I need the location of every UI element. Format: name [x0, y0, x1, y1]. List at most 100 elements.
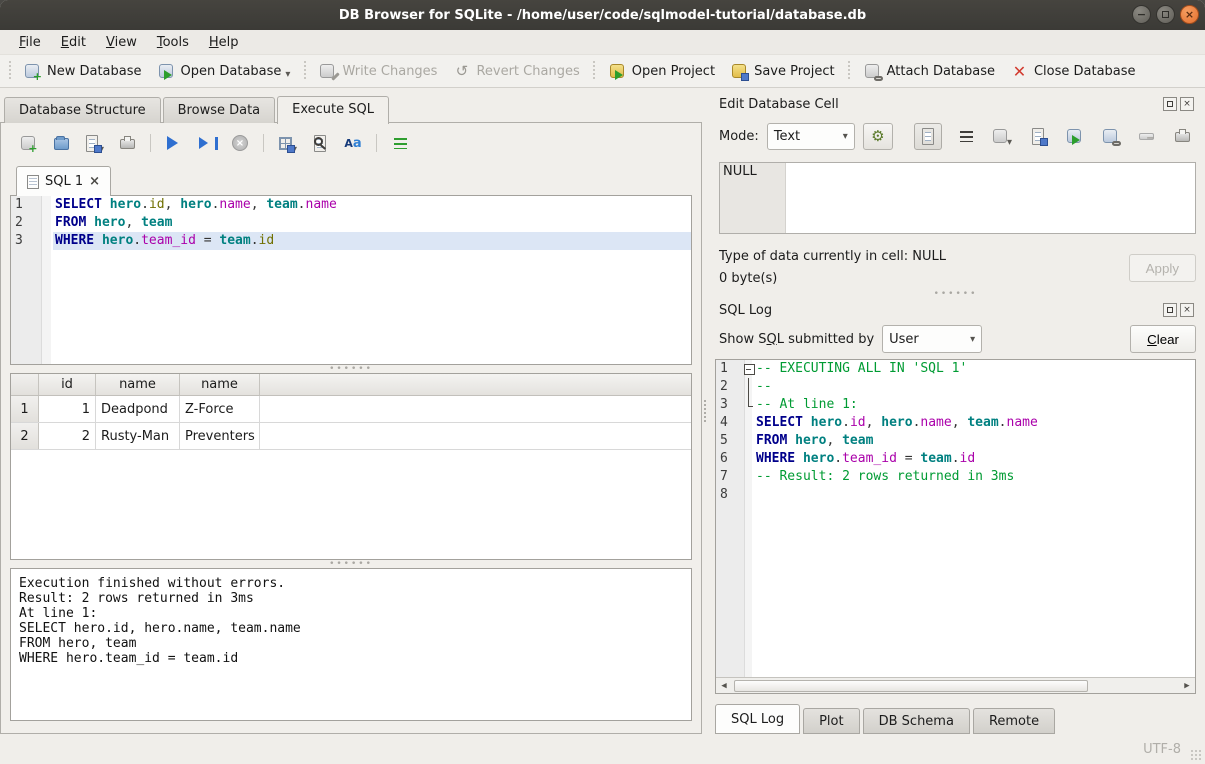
print-sql-button[interactable] — [115, 131, 139, 155]
tab-plot[interactable]: Plot — [803, 708, 860, 734]
cell-edit-area[interactable] — [786, 163, 1195, 233]
menu-help[interactable]: Help — [200, 32, 248, 53]
open-project-button[interactable]: Open Project — [602, 59, 722, 84]
save-sql-file-button[interactable]: ▾ — [82, 131, 106, 155]
menu-file[interactable]: File — [10, 32, 50, 53]
cell-hero-name[interactable]: Rusty-Man — [96, 423, 180, 449]
horizontal-scrollbar[interactable]: ◀ ▶ — [716, 677, 1195, 693]
gear-icon: ⚙ — [871, 129, 884, 144]
format-sql-button[interactable]: Aa — [341, 131, 365, 155]
minimize-button[interactable]: − — [1132, 5, 1151, 24]
execution-message-panel: Execution finished without errors. Resul… — [10, 568, 692, 721]
toolbar-grip — [302, 61, 307, 81]
scroll-left-icon[interactable]: ◀ — [716, 681, 732, 691]
cell-hero-name[interactable]: Deadpond — [96, 396, 180, 422]
sql-document-tab[interactable]: SQL 1 × — [16, 166, 111, 196]
new-database-button[interactable]: + New Database — [17, 59, 149, 84]
column-header-name[interactable]: name — [180, 374, 260, 395]
sql-log-code[interactable]: 1-- EXECUTING ALL IN 'SQL 1'2--3-- At li… — [716, 360, 1195, 677]
text-mode-button[interactable] — [914, 123, 942, 150]
word-wrap-button[interactable] — [388, 131, 412, 155]
maximize-button[interactable] — [1156, 5, 1175, 24]
splitter-handle[interactable]: •••••• — [715, 290, 1196, 298]
fold-marker-icon[interactable] — [744, 378, 754, 396]
close-tab-icon[interactable]: × — [89, 174, 100, 189]
menu-tools[interactable]: Tools — [148, 32, 198, 53]
new-sql-tab-button[interactable]: + — [16, 131, 40, 155]
tab-remote[interactable]: Remote — [973, 708, 1055, 734]
float-dock-icon[interactable] — [1163, 97, 1177, 111]
chevron-down-icon: ▾ — [970, 334, 975, 345]
row-header[interactable]: 2 — [11, 423, 39, 449]
code-line: 5FROM hero, team — [716, 432, 1195, 450]
column-header-id[interactable]: id — [39, 374, 96, 395]
close-database-icon: ✕ — [1011, 63, 1028, 80]
sql-editor[interactable]: 1SELECT hero.id, hero.name, team.name2FR… — [10, 195, 692, 365]
format-sql-icon: Aa — [344, 136, 361, 151]
tab-execute-sql[interactable]: Execute SQL — [277, 96, 389, 124]
close-dock-icon[interactable]: × — [1180, 303, 1194, 317]
cell-id[interactable]: 2 — [39, 423, 96, 449]
menu-view[interactable]: View — [97, 32, 146, 53]
save-results-button[interactable]: ▾ — [275, 131, 299, 155]
encoding-indicator[interactable]: UTF-8 — [1143, 742, 1181, 757]
cell-team-name[interactable]: Preventers — [180, 423, 260, 449]
float-dock-icon[interactable] — [1163, 303, 1177, 317]
table-row[interactable]: 1 1 Deadpond Z-Force — [11, 396, 691, 423]
scroll-right-icon[interactable]: ▶ — [1179, 681, 1195, 691]
close-dock-icon[interactable]: × — [1180, 97, 1194, 111]
write-changes-button[interactable]: Write Changes — [312, 59, 444, 84]
execute-all-button[interactable] — [162, 131, 186, 155]
set-null-button[interactable] — [1134, 124, 1158, 148]
cell-team-name[interactable]: Z-Force — [180, 396, 260, 422]
row-header[interactable]: 1 — [11, 396, 39, 422]
sql-log-filter-row: Show SQL submitted by User ▾ Clear — [715, 322, 1196, 356]
import-data-button[interactable]: ▾ — [990, 124, 1014, 148]
execute-current-line-button[interactable] — [195, 131, 219, 155]
print-cell-button[interactable] — [1170, 124, 1194, 148]
apply-button[interactable]: Apply — [1129, 254, 1196, 282]
code-line: 3-- At line 1: — [716, 396, 1195, 414]
splitter-handle[interactable]: •••••• — [10, 365, 692, 373]
word-wrap-icon — [394, 138, 407, 149]
menu-edit[interactable]: Edit — [52, 32, 95, 53]
edit-cell-title: Edit Database Cell — [719, 97, 1160, 112]
scrollbar-thumb[interactable] — [734, 680, 1088, 692]
resize-grip[interactable] — [1190, 749, 1202, 761]
copy-link-button[interactable] — [1098, 124, 1122, 148]
main-area: Database Structure Browse Data Execute S… — [0, 88, 1205, 734]
word-wrap-cell-button[interactable] — [954, 124, 978, 148]
clear-log-button[interactable]: Clear — [1130, 325, 1196, 353]
export-data-button[interactable] — [1026, 124, 1050, 148]
open-sql-file-button[interactable] — [49, 131, 73, 155]
table-row[interactable]: 2 2 Rusty-Man Preventers — [11, 423, 691, 450]
stop-execution-button[interactable]: × — [228, 131, 252, 155]
open-project-icon — [609, 63, 626, 80]
find-button[interactable] — [308, 131, 332, 155]
close-button[interactable]: × — [1180, 5, 1199, 24]
tab-browse-data[interactable]: Browse Data — [163, 97, 276, 123]
save-project-button[interactable]: Save Project — [724, 59, 842, 84]
fold-marker-icon[interactable] — [744, 360, 754, 378]
submitted-by-select[interactable]: User ▾ — [882, 325, 982, 353]
menu-bar: File Edit View Tools Help — [0, 30, 1205, 55]
tab-sql-log[interactable]: SQL Log — [715, 704, 800, 734]
open-database-button[interactable]: Open Database ▾ — [151, 59, 298, 84]
auto-switch-mode-button[interactable]: ⚙ — [863, 123, 893, 150]
open-database-dropdown-icon[interactable]: ▾ — [285, 69, 290, 80]
attach-database-button[interactable]: Attach Database — [857, 59, 1002, 84]
fold-marker-icon[interactable] — [744, 396, 754, 414]
cell-value-editor[interactable]: NULL — [719, 162, 1196, 234]
tab-database-structure[interactable]: Database Structure — [4, 97, 161, 123]
cell-id[interactable]: 1 — [39, 396, 96, 422]
main-toolbar: + New Database Open Database ▾ Write Cha… — [0, 55, 1205, 88]
attach-database-icon — [864, 63, 881, 80]
column-header-name[interactable]: name — [96, 374, 180, 395]
mode-select[interactable]: Text ▾ — [767, 123, 855, 150]
results-header-row: id name name — [11, 374, 691, 396]
revert-changes-button[interactable]: ↺ Revert Changes — [446, 59, 586, 84]
open-in-external-button[interactable] — [1062, 124, 1086, 148]
splitter-handle[interactable]: •••••• — [10, 560, 692, 568]
close-database-button[interactable]: ✕ Close Database — [1004, 59, 1143, 84]
tab-db-schema[interactable]: DB Schema — [863, 708, 970, 734]
